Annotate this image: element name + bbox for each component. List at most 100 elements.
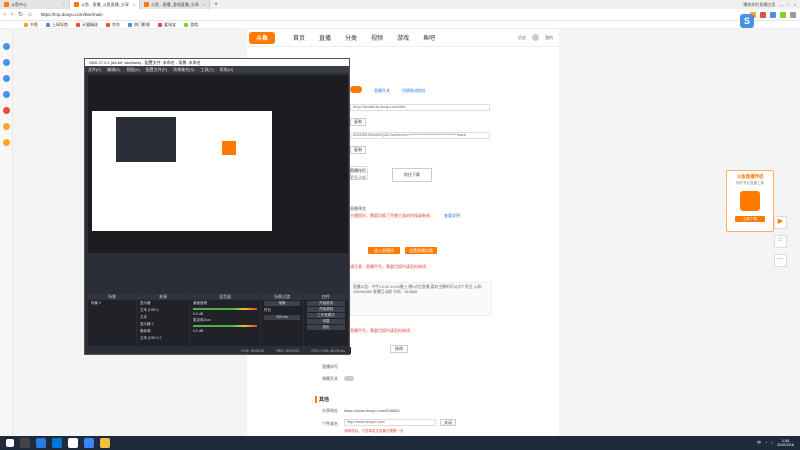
nav-yuba[interactable]: 鱼吧 [423, 33, 435, 42]
bookmark-item[interactable]: 书签 [24, 22, 38, 28]
obs-menu-scene-collection[interactable]: 场景集合(S) [173, 67, 194, 73]
studio-mode-button[interactable]: 工作室模式 [307, 313, 345, 318]
refresh-icon[interactable]: ↻ [18, 11, 23, 18]
duration-input[interactable]: 300 ms [264, 315, 300, 320]
ad-download-button[interactable]: 立即下载 [735, 216, 765, 222]
url-input[interactable]: https://mp.douyu.com/live/main [41, 12, 750, 17]
my-link[interactable]: 我的 [545, 35, 553, 41]
nav-game[interactable]: 游戏 [397, 33, 409, 42]
rtmp-url-field[interactable]: rtmp://sendtc3a.douyu.com/live [350, 104, 490, 111]
new-tab-button[interactable]: + [210, 1, 222, 8]
start-streaming-button[interactable]: 开始推流 [307, 301, 345, 306]
bookmark-item[interactable]: 京东 [106, 22, 120, 28]
clock[interactable]: 1:34 2022/2/16 [777, 439, 794, 448]
obs-taskbar-icon[interactable] [68, 438, 78, 448]
close-icon[interactable]: × [203, 2, 205, 7]
back-icon[interactable]: ‹ [4, 12, 6, 18]
sidebar-app-icon[interactable] [3, 75, 10, 82]
search-icon[interactable] [20, 438, 30, 448]
obs-menu-edit[interactable]: 编辑(E) [107, 67, 120, 73]
custom-domain-input[interactable]: http://www.douyu.com/ [344, 419, 436, 426]
obs-menu-tools[interactable]: 工具(T) [200, 67, 213, 73]
live-toggle[interactable] [350, 86, 362, 93]
float-play-button[interactable]: ▶ [774, 216, 787, 229]
lang-indicator[interactable]: 中 [757, 441, 761, 446]
network-icon[interactable]: ◔ [765, 441, 767, 445]
obs-menu-profile[interactable]: 配置文件(P) [146, 67, 167, 73]
set-cover-button[interactable]: 设置直播封面 [405, 247, 437, 254]
source-item[interactable]: 显示器 [137, 300, 189, 307]
scene-item[interactable]: 场景 2 [88, 300, 136, 307]
source-item[interactable]: 媒体源 [137, 328, 189, 335]
nav-home[interactable]: 首页 [293, 33, 305, 42]
settings-button[interactable]: 设置 [307, 319, 345, 324]
preview-section-title: 直播预览 [350, 206, 366, 211]
float-home-button[interactable]: ⌂ [774, 235, 787, 248]
sidebar-app-icon[interactable] [3, 123, 10, 130]
volume-icon[interactable]: ♪ [771, 441, 773, 445]
browser-taskbar-icon[interactable] [84, 438, 94, 448]
stream-key-field[interactable]: 8249391IKBsdXEyZs?wsSecret=*************… [350, 132, 490, 139]
download-ad[interactable]: 斗鱼直播伴侣 你的专业直播工具 立即下载 [726, 170, 774, 232]
obs-menu-view[interactable]: 视图(V) [126, 67, 139, 73]
copy-key-button[interactable]: 复制 [350, 146, 366, 154]
tip-link[interactable]: 查看说明 [444, 213, 460, 219]
edge-icon[interactable] [52, 438, 62, 448]
float-more-button[interactable]: ⋯ [774, 254, 787, 267]
menu-icon[interactable] [790, 11, 796, 18]
custom-domain-button[interactable]: 关闭 [440, 419, 456, 426]
sidebar-app-icon[interactable] [3, 139, 10, 146]
obs-menu-file[interactable]: 文件(F) [88, 67, 101, 73]
exit-button[interactable]: 退出 [307, 325, 345, 330]
bookmark-item[interactable]: 游戏 [184, 22, 198, 28]
extension-icon[interactable] [760, 11, 766, 18]
obs-preview[interactable] [88, 75, 348, 253]
source-item[interactable]: 文本 (GDI+) 2 [137, 335, 189, 342]
extension-icon[interactable] [770, 11, 776, 18]
douyu-logo[interactable]: 斗鱼 [249, 31, 275, 44]
nav-category[interactable]: 分类 [345, 33, 357, 42]
history-link[interactable]: 历史 [518, 35, 526, 41]
minimize-icon[interactable]: — [779, 2, 783, 7]
download-button[interactable]: 前往下载 [392, 168, 432, 182]
floating-s-icon[interactable]: S [740, 14, 754, 28]
sidebar-app-icon[interactable] [3, 107, 10, 114]
sidebar-app-icon[interactable] [3, 91, 10, 98]
folder-icon[interactable] [100, 438, 110, 448]
sidebar-app-icon[interactable] [3, 59, 10, 66]
obs-status-bar: LIVE: 00:00:00 REC: 00:00:00 CPU: 0.4%, … [85, 347, 351, 354]
bookmark-item[interactable]: 热门影视 [128, 22, 150, 28]
close-icon[interactable]: × [133, 2, 135, 7]
windows-start-icon[interactable] [6, 439, 14, 447]
bookmark-item[interactable]: 天猫精选 [76, 22, 98, 28]
forward-icon[interactable]: › [11, 12, 13, 18]
toggle-label-1[interactable]: 直播开关 [374, 88, 390, 94]
bookmark-item[interactable]: 爱淘宝 [158, 22, 176, 28]
extension-icon[interactable] [780, 11, 786, 18]
browser-tab-2[interactable]: 斗鱼 - 直播_斗鱼直播_分享 × [70, 0, 140, 9]
nav-live[interactable]: 直播 [319, 33, 331, 42]
task-view-icon[interactable] [36, 438, 46, 448]
obs-menu-help[interactable]: 帮助(H) [220, 67, 234, 73]
sidebar-app-icon[interactable] [3, 43, 10, 50]
danmu-toggle[interactable] [344, 376, 354, 381]
close-window-icon[interactable]: × [794, 2, 796, 7]
bookmark-item[interactable]: 上网导航 [46, 22, 68, 28]
maximize-icon[interactable]: □ [787, 2, 789, 7]
copy-rtmp-button[interactable]: 复制 [350, 118, 366, 126]
browser-tab-3[interactable]: 斗鱼 - 直播_游戏直播_分享 × [140, 0, 210, 9]
close-icon[interactable]: × [63, 2, 65, 7]
source-item[interactable]: 文本 (GDI+) [137, 307, 189, 314]
toggle-label-2[interactable]: 切换推流地址 [402, 88, 426, 94]
announcement-box[interactable]: 直播公告：中午12:00-14:00晚上 晚9点后直播 喜欢主播的可以点个关注 … [350, 282, 492, 316]
enter-room-button[interactable]: 进入直播间 [368, 247, 400, 254]
browser-tab-1[interactable]: 斗鱼中心 × [0, 0, 70, 9]
source-item[interactable]: 文本 [137, 314, 189, 321]
transition-select[interactable]: 渐隐 [264, 301, 300, 306]
home-icon[interactable]: ⌂ [28, 12, 32, 18]
start-recording-button[interactable]: 开始录制 [307, 307, 345, 312]
avatar[interactable] [532, 34, 539, 41]
room-edit-button[interactable]: 修改 [390, 345, 408, 353]
source-item[interactable]: 显示器 2 [137, 321, 189, 328]
nav-video[interactable]: 视频 [371, 33, 383, 42]
